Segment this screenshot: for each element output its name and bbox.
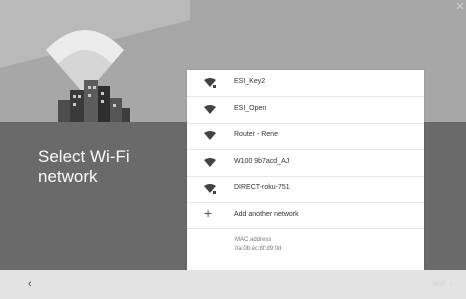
network-ssid: Router - Rene [234, 131, 278, 138]
wifi-icon [204, 105, 216, 114]
network-item[interactable]: Router - Rene [187, 123, 424, 149]
chevron-right-icon: › [449, 282, 452, 288]
wifi-icon [204, 131, 216, 140]
wifi-city-illustration [0, 0, 190, 122]
network-ssid: ESI_Open [234, 105, 267, 112]
network-item[interactable]: ESI_Open [187, 97, 424, 123]
plus-icon: + [204, 205, 213, 221]
close-icon[interactable] [456, 2, 464, 10]
network-ssid: W100 9b7acd_AJ [234, 158, 290, 165]
page-title: Select Wi-Fi network [38, 147, 130, 186]
network-item[interactable]: W100 9b7acd_AJ [187, 150, 424, 176]
wifi-lock-icon [204, 78, 216, 88]
skip-label: SKIP [432, 282, 446, 288]
chevron-left-icon[interactable]: ‹ [28, 278, 32, 290]
skip-button: SKIP › [432, 281, 452, 289]
network-list-panel: ESI_Key2 ESI_Open Router - Rene W100 9b7… [187, 70, 424, 270]
bottom-nav-bar [0, 270, 466, 299]
network-ssid: ESI_Key2 [234, 78, 266, 85]
add-network-button[interactable]: + Add another network [187, 202, 424, 228]
network-item[interactable]: DIRECT-roku-751 [187, 176, 424, 202]
divider [187, 228, 424, 229]
wifi-lock-icon [204, 184, 216, 194]
add-network-label: Add another network [234, 211, 299, 218]
setup-screen: Select Wi-Fi network ESI_Key2 ESI_Open R… [0, 0, 466, 299]
network-item[interactable]: ESI_Key2 [187, 70, 424, 96]
wifi-icon [204, 158, 216, 167]
mac-address-label: MAC address [235, 237, 272, 243]
network-ssid: DIRECT-roku-751 [234, 184, 290, 191]
mac-address-value: 0a:0b:ec:8f:d9:0d [235, 246, 282, 252]
